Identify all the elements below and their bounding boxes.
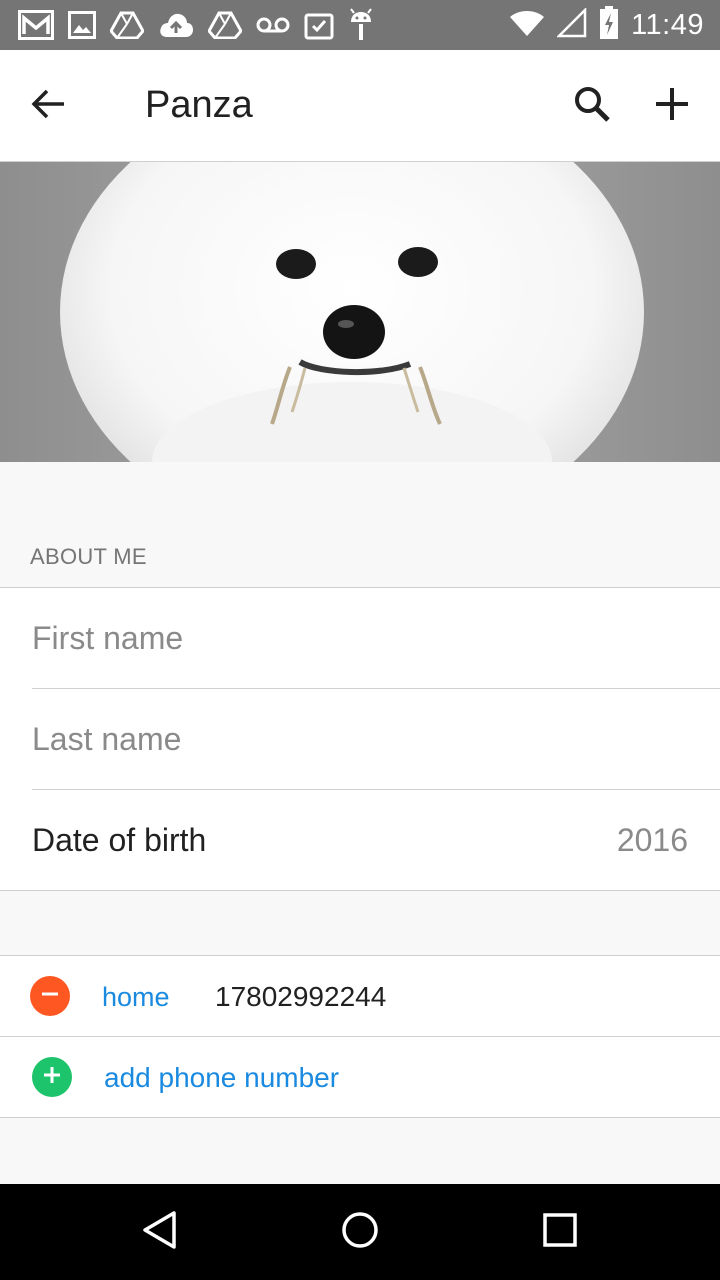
add-phone-row[interactable]: add phone number: [0, 1037, 720, 1118]
last-name-placeholder: Last name: [32, 721, 182, 757]
search-icon: [573, 85, 611, 128]
drive-icon: [110, 11, 144, 39]
add-phone-number-link[interactable]: add phone number: [104, 1062, 339, 1094]
android-icon: [348, 8, 374, 42]
section-header-about-me: ABOUT ME: [30, 544, 147, 569]
add-phone-button[interactable]: [32, 1057, 72, 1097]
phone-type-selector[interactable]: home: [102, 982, 170, 1013]
status-bar: 11:49: [0, 0, 720, 50]
navigation-bar: [0, 1184, 720, 1280]
date-of-birth-value: 2016: [616, 822, 688, 858]
page-title: Panza: [145, 84, 253, 126]
date-of-birth-label: Date of birth: [32, 822, 207, 858]
wifi-icon: [509, 9, 545, 42]
clipboard-check-icon: [304, 10, 334, 40]
nav-home-button[interactable]: [336, 1208, 384, 1256]
voicemail-icon: [256, 14, 290, 36]
contact-photo[interactable]: [0, 162, 720, 462]
remove-phone-button[interactable]: [30, 976, 70, 1016]
first-name-field[interactable]: First name: [0, 588, 720, 689]
back-icon: [140, 1210, 180, 1255]
notification-icons: [18, 8, 374, 42]
recents-icon: [542, 1212, 578, 1253]
search-button[interactable]: [566, 80, 618, 132]
back-button[interactable]: [22, 80, 74, 132]
home-icon: [340, 1210, 380, 1255]
about-me-card: First name Last name Date of birth 2016: [0, 587, 720, 891]
minus-icon: [40, 984, 60, 1009]
last-name-field[interactable]: Last name: [0, 689, 720, 790]
date-of-birth-field[interactable]: Date of birth 2016: [0, 790, 720, 891]
gmail-icon: [18, 10, 54, 40]
image-icon: [68, 11, 96, 39]
nav-back-button[interactable]: [136, 1208, 184, 1256]
app-toolbar: Panza: [0, 50, 720, 162]
signal-icon: [556, 6, 587, 43]
system-icons: 11:49: [509, 5, 704, 45]
phone-row[interactable]: home 17802992244: [0, 956, 720, 1037]
plus-icon: [655, 87, 689, 126]
add-button[interactable]: [646, 80, 698, 132]
battery-charging-icon: [599, 5, 619, 45]
nav-recents-button[interactable]: [536, 1208, 584, 1256]
clock: 11:49: [631, 8, 704, 41]
cloud-upload-icon: [158, 11, 194, 39]
drive-icon: [208, 11, 242, 39]
first-name-placeholder: First name: [32, 620, 184, 656]
plus-icon: [42, 1065, 62, 1090]
screen: 11:49 Panza ABOUT ME First name Last nam…: [0, 0, 720, 1280]
phone-number-value[interactable]: 17802992244: [215, 981, 386, 1013]
phone-card: home 17802992244 add phone number: [0, 955, 720, 1118]
arrow-back-icon: [30, 88, 66, 125]
